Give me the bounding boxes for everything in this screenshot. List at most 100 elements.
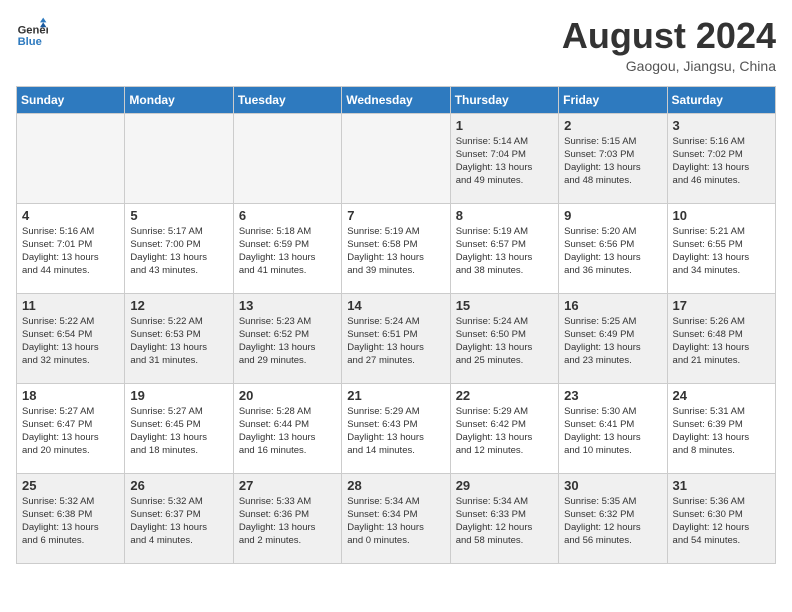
calendar-cell: 22Sunrise: 5:29 AM Sunset: 6:42 PM Dayli… [450,383,558,473]
day-info: Sunrise: 5:27 AM Sunset: 6:47 PM Dayligh… [22,405,119,458]
calendar-cell: 5Sunrise: 5:17 AM Sunset: 7:00 PM Daylig… [125,203,233,293]
calendar-cell: 15 Sunrise: 5:24 AM Sunset: 6:50 PM Dayli… [450,293,558,383]
day-info: Sunrise: 5:28 AM Sunset: 6:44 PM Dayligh… [239,405,336,458]
calendar-cell: 16 Sunrise: 5:25 AM Sunset: 6:49 PM Dayli… [559,293,667,383]
day-info: Sunrise: 5:30 AM Sunset: 6:41 PM Dayligh… [564,405,661,458]
day-info: Sunrise: 5:35 AM Sunset: 6:32 PM Dayligh… [564,495,661,548]
calendar-cell: 9Sunrise: 5:20 AM Sunset: 6:56 PM Daylig… [559,203,667,293]
day-info: Sunrise: 5:27 AM Sunset: 6:45 PM Dayligh… [130,405,227,458]
day-number: 7 [347,208,444,223]
title-block: August 2024 Gaogou, Jiangsu, China [562,16,776,74]
calendar-cell [342,113,450,203]
day-number: 27 [239,478,336,493]
day-info: Sunrise: 5:34 AM Sunset: 6:34 PM Dayligh… [347,495,444,548]
day-info: Sunrise: 5:22 AM Sunset: 6:53 PM Dayligh… [130,315,227,368]
day-info: Sunrise: 5:29 AM Sunset: 6:42 PM Dayligh… [456,405,553,458]
calendar-cell: 24 Sunrise: 5:31 AM Sunset: 6:39 PM Dayli… [667,383,775,473]
calendar-cell: 19 Sunrise: 5:27 AM Sunset: 6:45 PM Dayli… [125,383,233,473]
day-number: 18 [22,388,119,403]
calendar-cell: 31 Sunrise: 5:36 AM Sunset: 6:30 PM Dayli… [667,473,775,563]
weekday-header-saturday: Saturday [667,86,775,113]
weekday-header-wednesday: Wednesday [342,86,450,113]
week-row-4: 18 Sunrise: 5:27 AM Sunset: 6:47 PM Dayli… [17,383,776,473]
day-info: Sunrise: 5:16 AM Sunset: 7:01 PM Dayligh… [22,225,119,278]
day-number: 25 [22,478,119,493]
day-number: 6 [239,208,336,223]
day-number: 23 [564,388,661,403]
calendar-cell: 1 Sunrise: 5:14 AM Sunset: 7:04 PM Daylig… [450,113,558,203]
day-number: 10 [673,208,770,223]
day-info: Sunrise: 5:29 AM Sunset: 6:43 PM Dayligh… [347,405,444,458]
weekday-header-row: SundayMondayTuesdayWednesdayThursdayFrid… [17,86,776,113]
calendar-cell: 23 Sunrise: 5:30 AM Sunset: 6:41 PM Dayli… [559,383,667,473]
day-info: Sunrise: 5:20 AM Sunset: 6:56 PM Dayligh… [564,225,661,278]
day-number: 17 [673,298,770,313]
day-info: Sunrise: 5:25 AM Sunset: 6:49 PM Dayligh… [564,315,661,368]
calendar-cell: 7Sunrise: 5:19 AM Sunset: 6:58 PM Daylig… [342,203,450,293]
day-info: Sunrise: 5:24 AM Sunset: 6:51 PM Dayligh… [347,315,444,368]
month-title: August 2024 [562,16,776,56]
page-header: General Blue August 2024 Gaogou, Jiangsu… [16,16,776,74]
day-number: 11 [22,298,119,313]
calendar-cell [17,113,125,203]
calendar-cell: 20 Sunrise: 5:28 AM Sunset: 6:44 PM Dayli… [233,383,341,473]
day-number: 2 [564,118,661,133]
week-row-3: 11Sunrise: 5:22 AM Sunset: 6:54 PM Dayli… [17,293,776,383]
calendar-cell: 21Sunrise: 5:29 AM Sunset: 6:43 PM Dayli… [342,383,450,473]
day-info: Sunrise: 5:23 AM Sunset: 6:52 PM Dayligh… [239,315,336,368]
calendar-cell [233,113,341,203]
day-info: Sunrise: 5:33 AM Sunset: 6:36 PM Dayligh… [239,495,336,548]
location: Gaogou, Jiangsu, China [562,58,776,74]
logo: General Blue [16,16,52,48]
calendar-cell: 3Sunrise: 5:16 AM Sunset: 7:02 PM Daylig… [667,113,775,203]
calendar-cell: 14 Sunrise: 5:24 AM Sunset: 6:51 PM Dayli… [342,293,450,383]
day-number: 19 [130,388,227,403]
day-info: Sunrise: 5:31 AM Sunset: 6:39 PM Dayligh… [673,405,770,458]
calendar-cell: 26 Sunrise: 5:32 AM Sunset: 6:37 PM Dayli… [125,473,233,563]
calendar-cell: 4Sunrise: 5:16 AM Sunset: 7:01 PM Daylig… [17,203,125,293]
day-number: 14 [347,298,444,313]
calendar-cell: 12Sunrise: 5:22 AM Sunset: 6:53 PM Dayli… [125,293,233,383]
day-number: 26 [130,478,227,493]
calendar-cell: 13 Sunrise: 5:23 AM Sunset: 6:52 PM Dayli… [233,293,341,383]
day-number: 8 [456,208,553,223]
day-info: Sunrise: 5:32 AM Sunset: 6:38 PM Dayligh… [22,495,119,548]
calendar-cell: 25 Sunrise: 5:32 AM Sunset: 6:38 PM Dayli… [17,473,125,563]
day-number: 1 [456,118,553,133]
day-number: 13 [239,298,336,313]
day-info: Sunrise: 5:34 AM Sunset: 6:33 PM Dayligh… [456,495,553,548]
day-number: 29 [456,478,553,493]
day-number: 20 [239,388,336,403]
logo-icon: General Blue [16,16,48,48]
calendar-cell: 11Sunrise: 5:22 AM Sunset: 6:54 PM Dayli… [17,293,125,383]
calendar-cell [125,113,233,203]
day-info: Sunrise: 5:32 AM Sunset: 6:37 PM Dayligh… [130,495,227,548]
day-number: 3 [673,118,770,133]
day-info: Sunrise: 5:24 AM Sunset: 6:50 PM Dayligh… [456,315,553,368]
calendar-table: SundayMondayTuesdayWednesdayThursdayFrid… [16,86,776,564]
day-number: 16 [564,298,661,313]
day-info: Sunrise: 5:36 AM Sunset: 6:30 PM Dayligh… [673,495,770,548]
week-row-5: 25 Sunrise: 5:32 AM Sunset: 6:38 PM Dayli… [17,473,776,563]
weekday-header-friday: Friday [559,86,667,113]
weekday-header-monday: Monday [125,86,233,113]
day-info: Sunrise: 5:18 AM Sunset: 6:59 PM Dayligh… [239,225,336,278]
week-row-2: 4Sunrise: 5:16 AM Sunset: 7:01 PM Daylig… [17,203,776,293]
calendar-cell: 10 Sunrise: 5:21 AM Sunset: 6:55 PM Dayli… [667,203,775,293]
calendar-cell: 2Sunrise: 5:15 AM Sunset: 7:03 PM Daylig… [559,113,667,203]
day-info: Sunrise: 5:14 AM Sunset: 7:04 PM Dayligh… [456,135,553,188]
day-info: Sunrise: 5:19 AM Sunset: 6:57 PM Dayligh… [456,225,553,278]
day-info: Sunrise: 5:26 AM Sunset: 6:48 PM Dayligh… [673,315,770,368]
calendar-cell: 29 Sunrise: 5:34 AM Sunset: 6:33 PM Dayli… [450,473,558,563]
weekday-header-thursday: Thursday [450,86,558,113]
calendar-cell: 30Sunrise: 5:35 AM Sunset: 6:32 PM Dayli… [559,473,667,563]
day-number: 28 [347,478,444,493]
day-number: 15 [456,298,553,313]
svg-text:Blue: Blue [18,36,42,48]
day-number: 24 [673,388,770,403]
day-number: 31 [673,478,770,493]
calendar-cell: 17 Sunrise: 5:26 AM Sunset: 6:48 PM Dayli… [667,293,775,383]
calendar-cell: 6 Sunrise: 5:18 AM Sunset: 6:59 PM Daylig… [233,203,341,293]
calendar-cell: 18 Sunrise: 5:27 AM Sunset: 6:47 PM Dayli… [17,383,125,473]
day-info: Sunrise: 5:21 AM Sunset: 6:55 PM Dayligh… [673,225,770,278]
